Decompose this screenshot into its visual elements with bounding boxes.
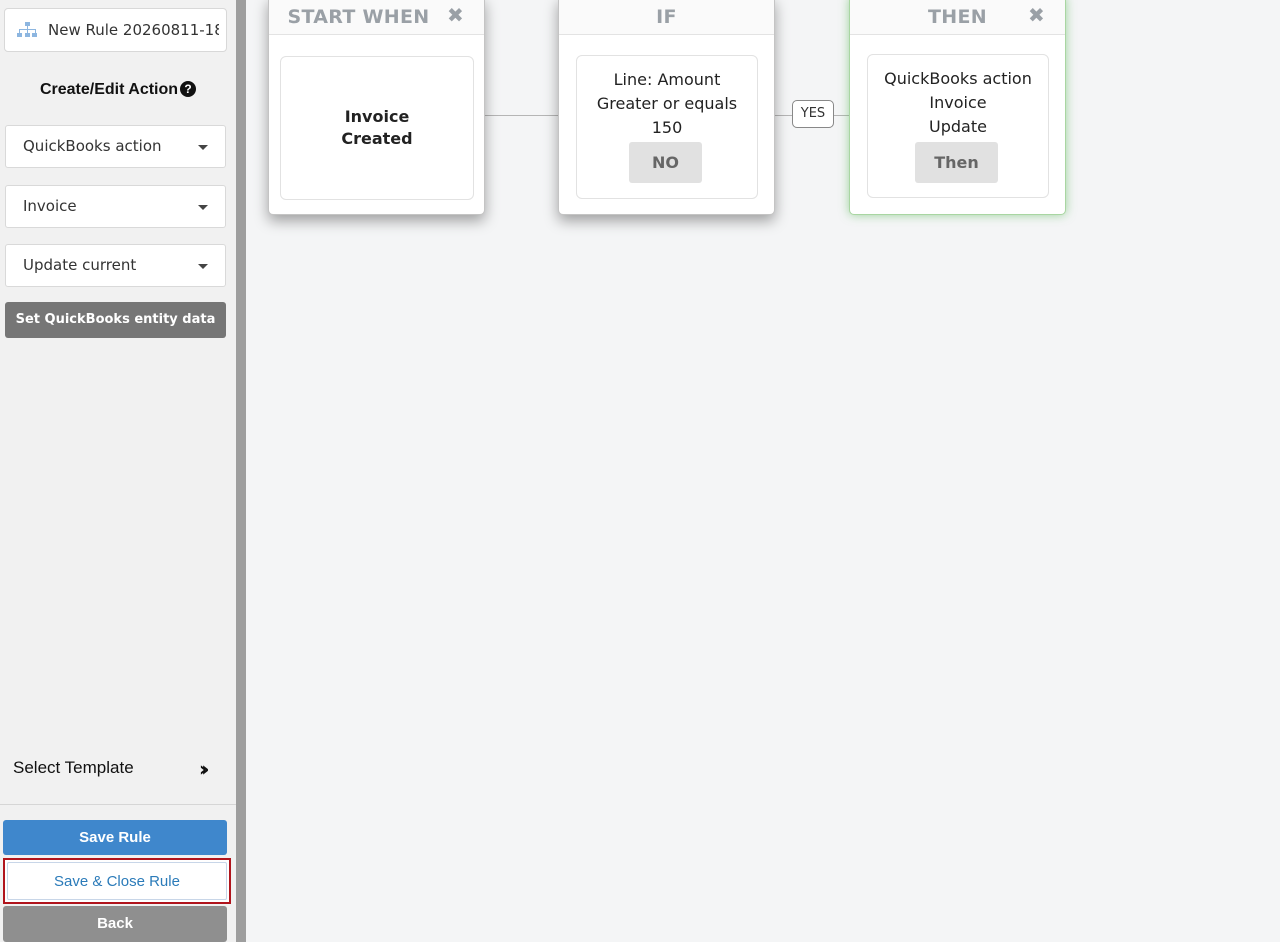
save-rule-button[interactable]: Save Rule bbox=[3, 820, 227, 855]
close-icon[interactable]: ✖ bbox=[1028, 3, 1045, 27]
start-when-title: START WHEN bbox=[287, 6, 430, 28]
entity-select[interactable]: Invoice bbox=[5, 185, 226, 228]
no-branch-button[interactable]: NO bbox=[629, 142, 702, 183]
connector-start-if bbox=[485, 115, 559, 116]
rule-name-field[interactable] bbox=[4, 8, 227, 52]
if-condition[interactable]: Line: Amount Greater or equals 150 NO bbox=[576, 55, 758, 199]
section-title: Create/Edit Action? bbox=[0, 81, 236, 99]
trigger-event: Created bbox=[341, 129, 413, 148]
start-when-trigger[interactable]: Invoice Created bbox=[280, 56, 474, 200]
if-node[interactable]: IF Line: Amount Greater or equals 150 NO bbox=[558, 0, 775, 215]
start-when-node[interactable]: START WHEN ✖ Invoice Created bbox=[268, 0, 485, 215]
start-when-header: START WHEN ✖ bbox=[269, 0, 484, 35]
double-chevron-right-icon[interactable]: ›› bbox=[199, 757, 210, 781]
then-action[interactable]: QuickBooks action Invoice Update Then bbox=[867, 54, 1049, 198]
save-close-rule-button[interactable]: Save & Close Rule bbox=[3, 858, 231, 904]
hierarchy-icon bbox=[17, 22, 37, 37]
rule-editor-sidebar: Create/Edit Action? QuickBooks action In… bbox=[0, 0, 236, 942]
action-entity: Invoice bbox=[929, 93, 987, 112]
help-icon[interactable]: ? bbox=[180, 81, 197, 97]
trigger-entity: Invoice bbox=[344, 107, 410, 126]
select-template-toggle[interactable]: Select Template ›› bbox=[0, 748, 236, 788]
then-header: THEN ✖ bbox=[850, 0, 1065, 35]
panel-resize-handle[interactable] bbox=[236, 0, 246, 942]
select-template-label: Select Template bbox=[13, 758, 134, 777]
rule-name-input[interactable] bbox=[47, 9, 219, 51]
action-type-select[interactable]: QuickBooks action bbox=[5, 125, 226, 168]
caret-down-icon bbox=[198, 205, 208, 210]
yes-branch-label: YES bbox=[792, 100, 834, 128]
action-type-value: QuickBooks action bbox=[23, 137, 162, 155]
condition-text: Line: Amount Greater or equals 150 bbox=[577, 68, 757, 140]
close-icon[interactable]: ✖ bbox=[447, 3, 464, 27]
if-title: IF bbox=[656, 6, 677, 28]
action-operation: Update bbox=[929, 117, 987, 136]
section-title-text: Create/Edit Action bbox=[39, 81, 179, 98]
action-text: QuickBooks action Invoice Update bbox=[868, 67, 1048, 139]
caret-down-icon bbox=[198, 145, 208, 150]
then-node[interactable]: THEN ✖ QuickBooks action Invoice Update … bbox=[849, 0, 1066, 215]
if-header: IF bbox=[559, 0, 774, 35]
condition-field: Line: Amount bbox=[613, 70, 721, 89]
condition-value: 150 bbox=[651, 118, 683, 137]
condition-operator: Greater or equals bbox=[596, 94, 738, 113]
operation-select[interactable]: Update current bbox=[5, 244, 226, 287]
back-button[interactable]: Back bbox=[3, 906, 227, 942]
action-type: QuickBooks action bbox=[884, 69, 1032, 88]
caret-down-icon bbox=[198, 264, 208, 269]
set-entity-data-button[interactable]: Set QuickBooks entity data bbox=[5, 302, 226, 338]
save-close-rule-label: Save & Close Rule bbox=[7, 862, 227, 900]
entity-value: Invoice bbox=[23, 197, 77, 215]
operation-value: Update current bbox=[23, 256, 137, 274]
sidebar-divider bbox=[0, 804, 236, 805]
then-branch-button[interactable]: Then bbox=[915, 142, 998, 183]
